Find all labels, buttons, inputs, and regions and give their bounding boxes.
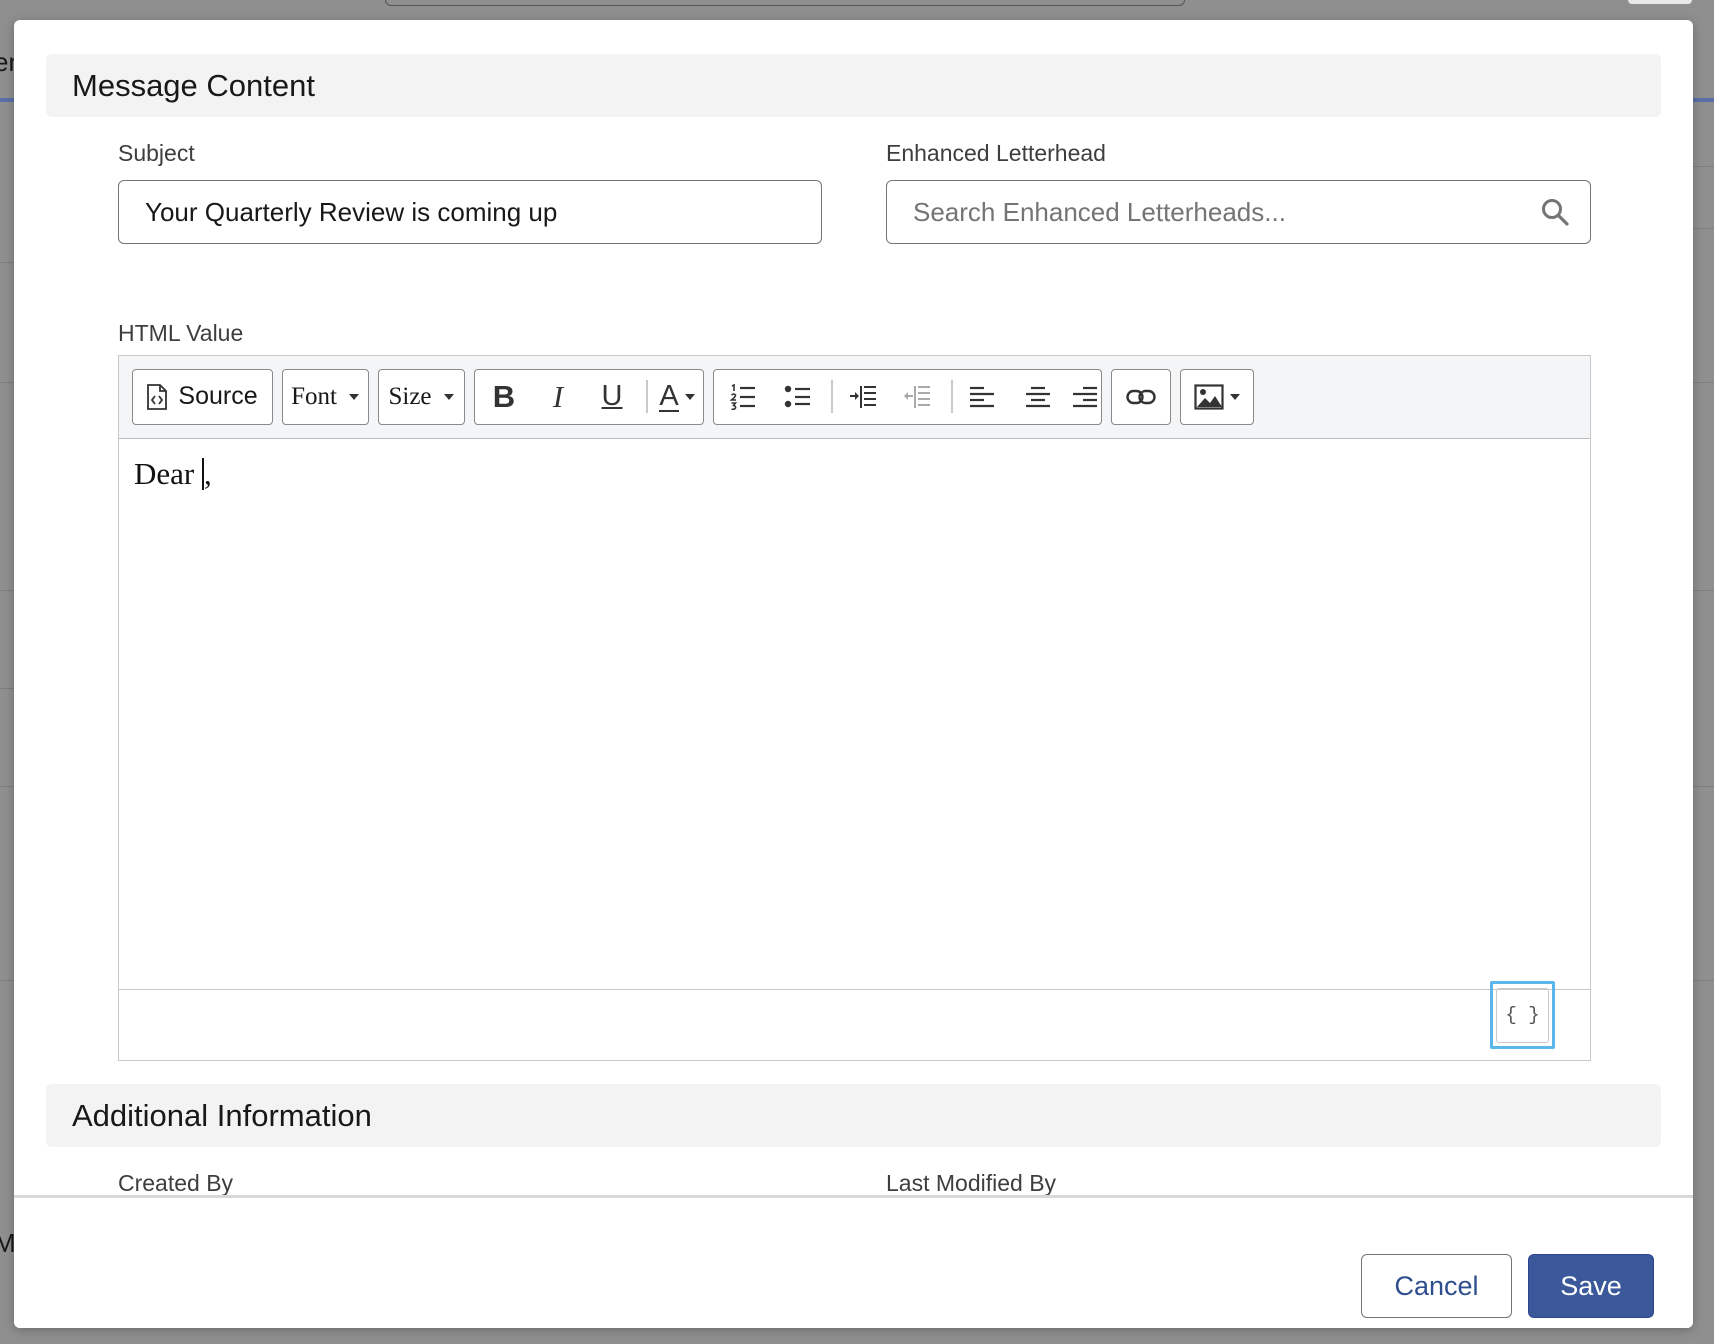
- source-label: Source: [178, 382, 258, 410]
- body-text-dear: Dear: [134, 456, 202, 491]
- caret-down-icon: [443, 393, 454, 400]
- save-button[interactable]: Save: [1528, 1254, 1654, 1318]
- size-label: Size: [388, 382, 432, 410]
- indent-button[interactable]: [838, 370, 888, 423]
- background-input: [385, 0, 1185, 6]
- caret-down-icon: [348, 393, 359, 400]
- caret-down-icon: [1229, 393, 1240, 400]
- caret-down-icon: [684, 393, 695, 400]
- insert-image-button[interactable]: [1181, 370, 1252, 423]
- enhanced-letterhead-search-input[interactable]: [886, 180, 1591, 244]
- outdent-icon: [904, 385, 930, 408]
- section-header-additional-information[interactable]: Additional Information: [46, 1084, 1661, 1147]
- toolbar-group-link: [1111, 369, 1171, 425]
- edit-email-template-modal: Message Content Subject Enhanced Letterh…: [14, 20, 1693, 1328]
- last-modified-by-label: Last Modified By: [886, 1170, 1057, 1196]
- underline-button[interactable]: U: [587, 370, 637, 423]
- align-center-icon: [1026, 386, 1050, 407]
- align-center-button[interactable]: [1014, 370, 1062, 423]
- bulleted-list-button[interactable]: [772, 370, 822, 423]
- bold-button[interactable]: B: [479, 370, 529, 423]
- numbered-list-icon: [730, 383, 755, 410]
- editor-body-text: Dear ,: [134, 456, 212, 492]
- underline-icon: U: [601, 380, 623, 412]
- insert-link-button[interactable]: [1112, 370, 1169, 423]
- editor-toolbar: Source Font Size B I U A: [119, 356, 1590, 439]
- text-color-button[interactable]: A: [651, 370, 703, 423]
- font-dropdown[interactable]: Font: [282, 369, 369, 425]
- rich-text-editor: Source Font Size B I U A Dear , {}: [118, 355, 1591, 1061]
- body-text-comma: ,: [203, 456, 212, 491]
- html-value-label: HTML Value: [118, 320, 244, 346]
- link-icon: [1125, 389, 1156, 404]
- image-icon: [1193, 383, 1224, 410]
- subject-label: Subject: [118, 140, 195, 166]
- editor-content-area[interactable]: Dear ,: [119, 438, 1590, 969]
- numbered-list-button[interactable]: [718, 370, 768, 423]
- align-left-button[interactable]: [958, 370, 1006, 423]
- toolbar-group-formatting: B I U A: [474, 369, 704, 425]
- outdent-button[interactable]: [892, 370, 942, 423]
- size-dropdown[interactable]: Size: [378, 369, 465, 425]
- created-by-label: Created By: [118, 1170, 234, 1196]
- italic-button[interactable]: I: [533, 370, 583, 423]
- merge-field-icon: { }: [1496, 987, 1549, 1043]
- search-icon[interactable]: [1540, 197, 1570, 227]
- toolbar-group-source: Source: [132, 369, 273, 425]
- align-right-icon: [1073, 386, 1097, 407]
- text-color-icon: A: [659, 379, 679, 412]
- font-label: Font: [291, 382, 337, 410]
- subject-input[interactable]: [118, 180, 822, 244]
- section-header-message-content[interactable]: Message Content: [46, 54, 1661, 117]
- section-title: Message Content: [72, 67, 315, 103]
- cancel-button[interactable]: Cancel: [1361, 1254, 1512, 1318]
- merge-field-button[interactable]: { }: [1490, 981, 1555, 1049]
- background-close-button: [1628, 0, 1692, 4]
- size-button[interactable]: Size: [379, 370, 463, 423]
- merge-field-glyph: { }: [1505, 1004, 1540, 1026]
- modal-footer: Cancel Save: [14, 1195, 1693, 1328]
- font-button[interactable]: Font: [283, 370, 367, 423]
- toolbar-group-paragraph: [713, 369, 1102, 425]
- bulleted-list-icon: [784, 385, 810, 407]
- source-file-icon: [146, 383, 168, 411]
- italic-icon: I: [552, 378, 564, 414]
- source-button[interactable]: Source: [133, 370, 271, 423]
- indent-icon: [850, 385, 876, 408]
- editor-footer: { }: [119, 981, 1590, 1060]
- enhanced-letterhead-label: Enhanced Letterhead: [886, 140, 1106, 166]
- bold-icon: B: [492, 378, 516, 414]
- align-right-button[interactable]: [1070, 370, 1100, 423]
- align-left-icon: [970, 386, 994, 407]
- toolbar-group-image: [1180, 369, 1254, 425]
- section-title: Additional Information: [72, 1097, 372, 1133]
